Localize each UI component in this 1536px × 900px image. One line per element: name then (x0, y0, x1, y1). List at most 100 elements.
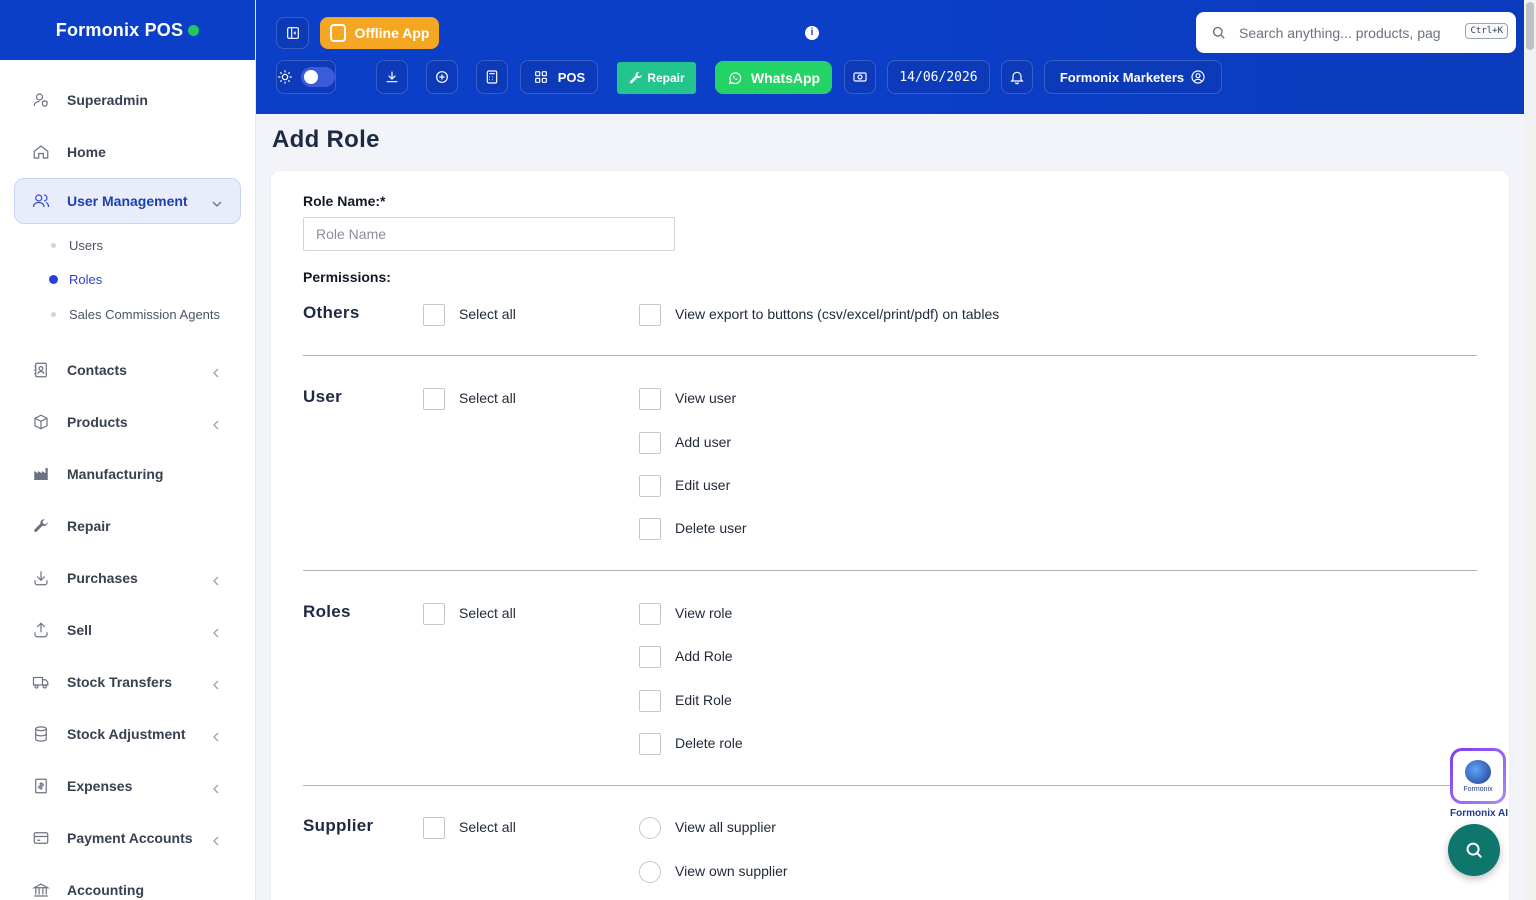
download-icon (384, 69, 400, 85)
permission-label: View own supplier (675, 863, 788, 879)
scrollbar-thumb[interactable] (1526, 2, 1534, 50)
sidebar-item-user-management[interactable]: User Management (14, 178, 241, 224)
formonix-ai-button[interactable]: Formonix (1450, 748, 1506, 804)
chevron-left-icon (211, 677, 221, 689)
delete-user-checkbox[interactable] (639, 518, 661, 540)
sidebar-item-sell[interactable]: Sell (0, 604, 255, 656)
permission-label: Delete role (675, 735, 743, 751)
address-book-icon (32, 361, 50, 379)
wrench-icon (32, 517, 50, 535)
bell-icon (1009, 69, 1025, 85)
supplier-select-all-checkbox[interactable] (423, 817, 445, 839)
sidebar-item-home[interactable]: Home (0, 126, 255, 178)
offline-app-button[interactable]: Offline App (320, 17, 439, 49)
sidebar-item-label: Payment Accounts (67, 829, 193, 846)
pos-button[interactable]: POS (520, 60, 598, 94)
search-icon (1463, 839, 1485, 861)
download-icon (32, 569, 50, 587)
notifications-button[interactable] (1001, 60, 1033, 94)
sidebar-subitem-label: Sales Commission Agents (69, 306, 221, 322)
role-name-input[interactable] (303, 217, 675, 251)
cash-register-button[interactable] (844, 60, 876, 94)
sidebar-item-label: Accounting (67, 881, 144, 898)
search-icon (1210, 24, 1239, 41)
sidebar-item-payment-accounts[interactable]: Payment Accounts (0, 812, 255, 864)
chevron-left-icon (211, 417, 221, 429)
view-all-supplier-radio[interactable] (639, 817, 661, 839)
download-button[interactable] (376, 60, 408, 94)
brand-header[interactable]: Formonix POS (0, 0, 255, 60)
view-role-checkbox[interactable] (639, 603, 661, 625)
search-shortcut-badge: Ctrl+K (1465, 23, 1508, 39)
sidebar-item-label: Purchases (67, 569, 138, 586)
sidebar-item-accounting[interactable]: Accounting (0, 864, 255, 900)
select-all-label: Select all (459, 819, 516, 835)
others-select-all-checkbox[interactable] (423, 304, 445, 326)
chevron-left-icon (211, 625, 221, 637)
sidebar-item-stock-adjustment[interactable]: Stock Adjustment (0, 708, 255, 760)
upload-icon (32, 621, 50, 639)
sidebar-subitem-roles[interactable]: Roles (49, 263, 255, 298)
box-icon (32, 413, 50, 431)
info-icon[interactable]: i (805, 26, 819, 40)
calculator-button[interactable] (476, 60, 508, 94)
page-title: Add Role (272, 126, 380, 153)
plus-circle-icon (434, 69, 450, 85)
ai-badge: Formonix (1453, 751, 1503, 801)
view-user-checkbox[interactable] (639, 388, 661, 410)
bullet-icon (51, 311, 56, 317)
whatsapp-label: WhatsApp (750, 69, 821, 86)
group-title-roles: Roles (303, 602, 351, 621)
business-profile-button[interactable]: Formonix Marketers (1044, 60, 1222, 94)
sidebar-item-expenses[interactable]: Expenses (0, 760, 255, 812)
grid-icon (533, 69, 549, 85)
sidebar-toggle-button[interactable] (276, 17, 309, 49)
page-scrollbar[interactable] (1524, 0, 1536, 900)
edit-role-checkbox[interactable] (639, 690, 661, 712)
view-own-supplier-radio[interactable] (639, 861, 661, 883)
offline-app-icon (329, 24, 346, 42)
online-status-dot (188, 24, 200, 36)
dark-mode-switch[interactable] (301, 67, 335, 87)
search-input[interactable]: Search anything... products, pag (1239, 25, 1447, 41)
sidebar-item-purchases[interactable]: Purchases (0, 552, 255, 604)
app-title: Formonix POS (55, 19, 184, 40)
sidebar-item-products[interactable]: Products (0, 396, 255, 448)
sidebar-item-label: Contacts (67, 361, 127, 378)
add-role-checkbox[interactable] (639, 646, 661, 668)
sidebar-item-label: Repair (67, 517, 111, 534)
sidebar-item-contacts[interactable]: Contacts (0, 344, 255, 396)
repair-button[interactable]: Repair (617, 62, 696, 94)
calculator-icon (484, 69, 500, 85)
permission-label: View user (675, 390, 737, 406)
add-user-checkbox[interactable] (639, 432, 661, 454)
users-icon (32, 192, 50, 210)
sidebar-item-label: Products (67, 413, 128, 430)
permission-label: Edit Role (675, 692, 732, 708)
chevron-left-icon (211, 781, 221, 793)
chevron-down-icon (212, 196, 222, 207)
money-icon (852, 69, 868, 85)
sidebar-item-label: Manufacturing (67, 465, 164, 482)
ai-logo-text: Formonix (1463, 785, 1493, 793)
sidebar-item-repair[interactable]: Repair (0, 500, 255, 552)
view-export-buttons-checkbox[interactable] (639, 304, 661, 326)
sidebar-subitem-users[interactable]: Users (50, 228, 255, 263)
sidebar-item-superadmin[interactable]: Superadmin (0, 74, 255, 126)
roles-select-all-checkbox[interactable] (423, 603, 445, 625)
panel-left-icon (285, 25, 301, 41)
user-select-all-checkbox[interactable] (423, 388, 445, 410)
floating-search-button[interactable] (1448, 824, 1500, 876)
add-button[interactable] (426, 60, 458, 94)
permission-label: Delete user (675, 520, 747, 536)
sidebar-subitem-sales-commission-agents[interactable]: Sales Commission Agents (50, 297, 255, 332)
global-search[interactable]: Search anything... products, pag Ctrl+K (1196, 12, 1516, 53)
wrench-icon (628, 70, 644, 86)
select-all-label: Select all (459, 390, 516, 406)
whatsapp-button[interactable]: WhatsApp (715, 61, 832, 94)
theme-toggle[interactable] (276, 60, 336, 94)
sidebar-item-stock-transfers[interactable]: Stock Transfers (0, 656, 255, 708)
sidebar-item-manufacturing[interactable]: Manufacturing (0, 448, 255, 500)
delete-role-checkbox[interactable] (639, 733, 661, 755)
edit-user-checkbox[interactable] (639, 475, 661, 497)
